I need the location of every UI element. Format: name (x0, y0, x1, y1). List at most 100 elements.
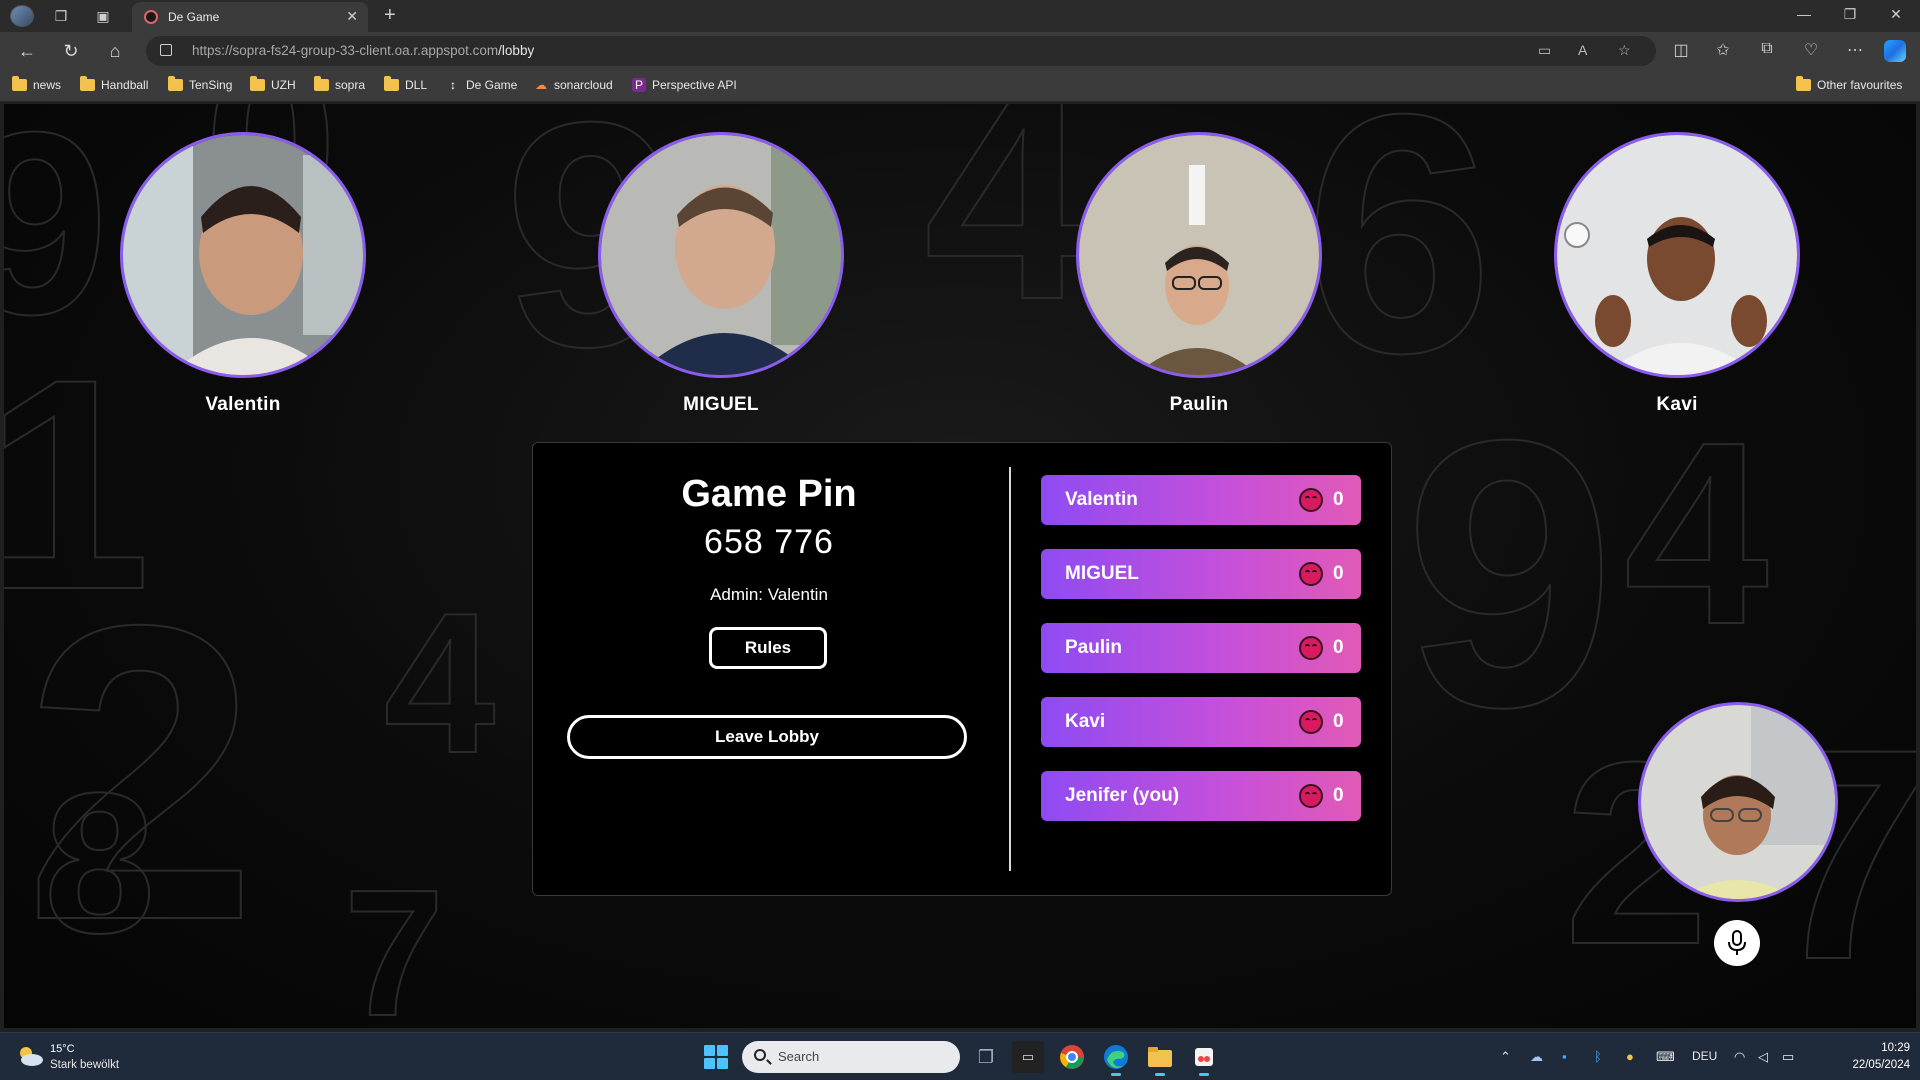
bookmark-handball[interactable]: Handball (80, 76, 148, 92)
video-tile-name: Paulin (1169, 394, 1229, 415)
edge-icon[interactable] (1100, 1041, 1132, 1076)
admin-label: Admin: Valentin (710, 585, 828, 604)
bookmark-news[interactable]: news (12, 76, 62, 92)
folder-icon (250, 76, 265, 91)
read-aloud-icon[interactable]: A (1578, 42, 1587, 58)
keyboard-icon[interactable]: ⌨ (1656, 1049, 1675, 1065)
folder-icon (80, 76, 95, 91)
clock-time[interactable]: 10:29 (1850, 1042, 1910, 1054)
bookmark-label: DLL (405, 78, 428, 92)
start-button[interactable] (704, 1045, 728, 1069)
folder-icon (314, 76, 329, 91)
restore-icon[interactable]: ❐ (1840, 6, 1860, 23)
speaker-muted-icon[interactable]: ◁ (1758, 1049, 1768, 1065)
battery-icon[interactable]: ▭ (1782, 1049, 1794, 1065)
weather-temperature[interactable]: 15°C (50, 1043, 75, 1055)
onedrive-icon[interactable]: ☁ (1530, 1049, 1543, 1065)
bookmark-sonarcloud[interactable]: ☁ sonarcloud (534, 78, 613, 92)
browser-titlebar: ❐ ▣ De Game ✕ + — ❐ ✕ (0, 0, 1920, 32)
home-icon[interactable]: ⌂ (104, 40, 126, 62)
folder-icon (168, 76, 183, 91)
background-digit: 6 (1303, 104, 1494, 424)
more-menu-icon[interactable]: ⋯ (1844, 40, 1866, 60)
bookmarks-bar: news Handball TenSing UZH sopra DLL ↕ De … (0, 70, 1920, 102)
close-tab-icon[interactable]: ✕ (346, 8, 358, 25)
address-bar[interactable]: https://sopra-fs24-group-33-client.oa.r.… (146, 36, 1656, 66)
folder-icon (12, 76, 27, 91)
back-icon[interactable]: ← (16, 40, 38, 62)
bookmark-label: De Game (466, 78, 518, 92)
rules-button[interactable]: Rules (709, 627, 827, 669)
bookmark-other-favourites[interactable]: Other favourites (1796, 76, 1902, 92)
url-path: /lobby (498, 43, 535, 58)
background-digit: 4 (923, 104, 1092, 362)
tab-favicon-icon (144, 10, 158, 24)
bookmark-perspective-api[interactable]: P Perspective API (632, 78, 737, 92)
camera-permission-icon[interactable]: ▭ (1538, 42, 1551, 59)
refresh-icon[interactable]: ↻ (60, 40, 82, 62)
split-screen-icon[interactable]: ◫ (1670, 40, 1692, 60)
bookmark-tensing[interactable]: TenSing (168, 76, 232, 92)
bookmark-de-game[interactable]: ↕ De Game (446, 78, 517, 92)
player-score: 0 (1333, 785, 1344, 806)
video-tile-name: MIGUEL (683, 394, 759, 415)
vertical-tabs-icon[interactable]: ▣ (94, 7, 112, 25)
video-tile-name: Valentin (205, 394, 281, 415)
cloudy-weather-icon[interactable] (16, 1045, 44, 1067)
video-tile-paulin (1076, 132, 1322, 378)
browser-essentials-icon[interactable]: ♡ (1800, 40, 1822, 60)
player-card: Paulin 0 (1041, 623, 1361, 673)
profile-avatar[interactable] (10, 5, 34, 27)
clock-date[interactable]: 22/05/2024 (1810, 1059, 1910, 1071)
weather-description[interactable]: Stark bewölkt (50, 1059, 119, 1071)
wifi-icon[interactable]: ◠ (1734, 1049, 1745, 1065)
file-explorer-icon[interactable] (1144, 1041, 1176, 1076)
search-icon (754, 1049, 766, 1061)
player-name: MIGUEL (1065, 563, 1139, 584)
minimize-icon[interactable]: — (1794, 6, 1814, 22)
chrome-icon[interactable] (1056, 1041, 1088, 1073)
bookmark-sopra[interactable]: sopra (314, 76, 365, 92)
player-name: Jenifer (you) (1065, 785, 1180, 806)
favorite-star-icon[interactable]: ☆ (1618, 42, 1631, 59)
new-tab-icon[interactable]: + (384, 4, 396, 27)
microphone-icon (1728, 930, 1746, 955)
perspective-api-icon: P (632, 78, 646, 92)
bookmark-label: Perspective API (652, 78, 737, 92)
microphone-button[interactable] (1714, 920, 1760, 966)
player-card: MIGUEL 0 (1041, 549, 1361, 599)
snipping-tool-icon[interactable] (1188, 1041, 1220, 1076)
close-window-icon[interactable]: ✕ (1886, 6, 1906, 23)
defender-icon[interactable]: ▪ (1562, 1049, 1567, 1064)
crying-face-icon (1299, 488, 1323, 512)
favorites-icon[interactable]: ✩ (1712, 40, 1734, 60)
bookmark-dll[interactable]: DLL (384, 76, 428, 92)
panel-divider (1009, 467, 1011, 871)
self-video-tile (1638, 702, 1838, 902)
windows-taskbar: 15°C Stark bewölkt Search ❐ ▭ ⌃ ☁ ▪ ᛒ ● … (0, 1032, 1920, 1080)
participant-video (1079, 135, 1319, 375)
copilot-icon[interactable] (1884, 40, 1906, 62)
taskbar-search[interactable]: Search (742, 1041, 960, 1073)
player-card: Kavi 0 (1041, 697, 1361, 747)
terminal-icon[interactable]: ▭ (1012, 1041, 1044, 1073)
workspaces-icon[interactable]: ❐ (52, 7, 70, 25)
lock-icon[interactable] (160, 44, 172, 56)
bookmark-uzh[interactable]: UZH (250, 76, 296, 92)
game-pin-title: Game Pin (681, 473, 857, 515)
video-tile-kavi (1554, 132, 1800, 378)
player-card: Jenifer (you) 0 (1041, 771, 1361, 821)
input-language[interactable]: DEU (1692, 1049, 1717, 1063)
game-pin-value: 658 776 (704, 523, 834, 561)
video-tile-miguel (598, 132, 844, 378)
crying-face-icon (1299, 710, 1323, 734)
bluetooth-icon[interactable]: ᛒ (1594, 1049, 1602, 1064)
leave-lobby-button[interactable]: Leave Lobby (567, 715, 967, 759)
task-view-icon[interactable]: ❐ (970, 1041, 1002, 1073)
show-hidden-icons-icon[interactable]: ⌃ (1500, 1049, 1511, 1065)
collections-icon[interactable]: ⧉ (1756, 40, 1778, 58)
microphone-in-use-icon[interactable]: ● (1626, 1049, 1634, 1064)
sonarcloud-icon: ☁ (535, 78, 547, 92)
browser-tab-active[interactable]: De Game ✕ (132, 2, 368, 32)
bookmark-label: news (33, 78, 62, 92)
